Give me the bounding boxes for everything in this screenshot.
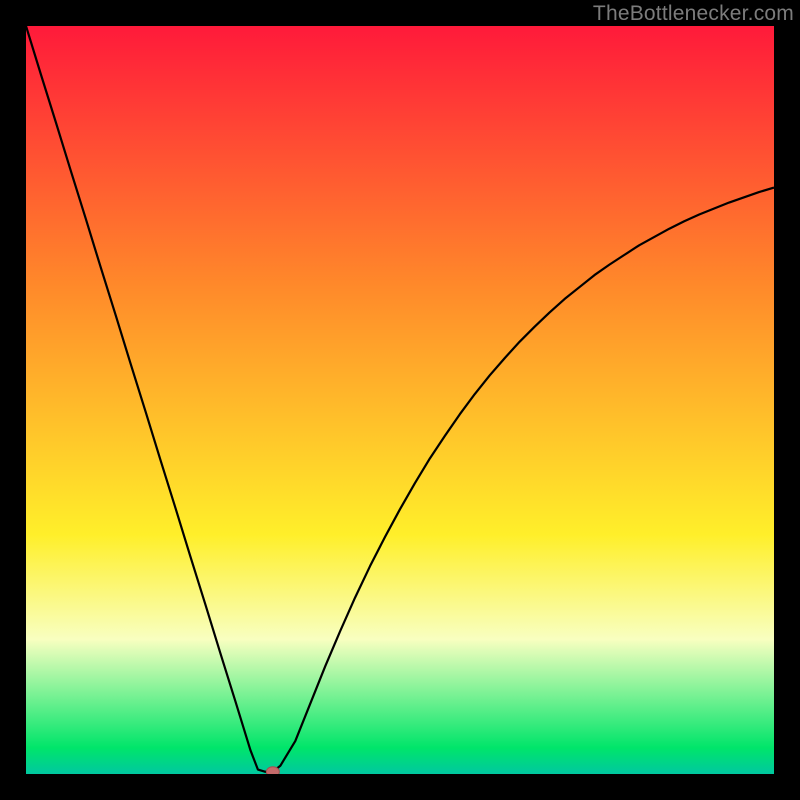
watermark-text: TheBottlenecker.com — [593, 2, 794, 26]
minimum-marker — [266, 767, 279, 774]
chart-background — [26, 26, 774, 774]
bottleneck-chart — [26, 26, 774, 774]
chart-frame — [26, 26, 774, 774]
